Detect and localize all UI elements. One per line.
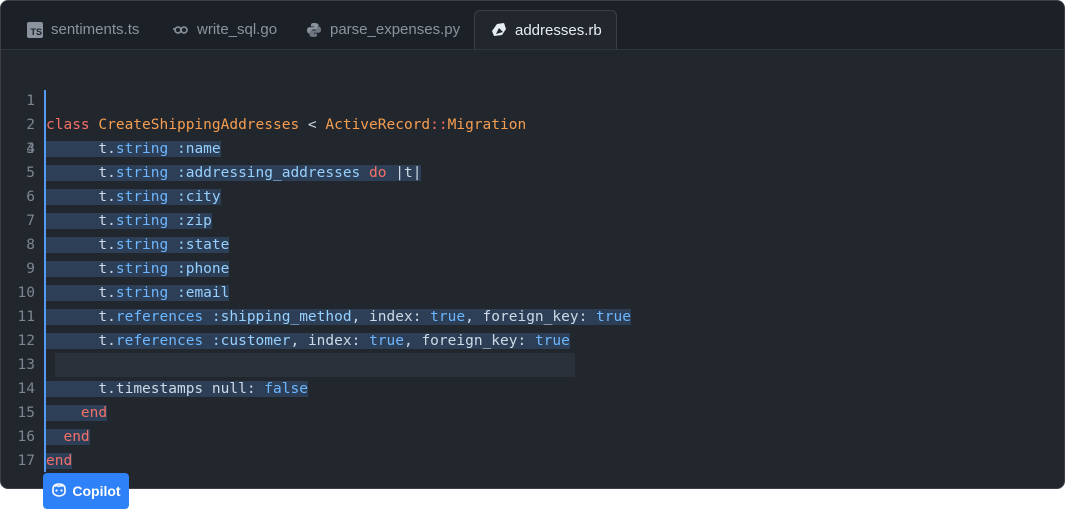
copilot-icon (51, 482, 67, 500)
tab-write-sql-go[interactable]: write_sql.go (173, 10, 277, 49)
tab-bar: TS sentiments.ts write_sql.go parse_expe… (1, 1, 1064, 50)
code-line-9: 9 t.string :phone (26, 261, 230, 277)
code-line-17: 17 end (17, 453, 73, 469)
code-line-16: 16 end (17, 429, 90, 445)
code-line-10: 10 t.string :email (17, 285, 230, 301)
code-line-5: 5 t.string :address (26, 165, 247, 181)
copilot-button[interactable]: Copilot (43, 473, 129, 509)
ruby-icon (491, 22, 507, 38)
code-line-8: 8 t.string :state (26, 237, 230, 253)
code-line-11: 11 t.references :shipping_method, index:… (17, 309, 631, 325)
code-line-15: 15 end (17, 405, 108, 421)
code-editor: TS sentiments.ts write_sql.go parse_expe… (0, 0, 1065, 489)
code-line-2: 2 def change (1, 89, 1064, 157)
code-line-13: 13 (1, 353, 1064, 377)
code-line-14: 14 t.timestamps null: false (17, 381, 308, 397)
python-icon (306, 22, 322, 38)
tab-addresses-rb[interactable]: addresses.rb (474, 10, 617, 49)
code-line-4: 4 t.string :name (26, 141, 221, 157)
tab-sentiments-ts[interactable]: TS sentiments.ts (27, 10, 139, 49)
go-icon (173, 25, 189, 35)
code-line-12: 12 t.references :customer, index: true, … (17, 333, 570, 349)
code-line-1: 1 class CreateShippingAddresses < Active… (26, 93, 527, 133)
typescript-icon: TS (27, 21, 43, 38)
tab-parse-expenses-py[interactable]: parse_expenses.py (306, 10, 460, 49)
code-line-3: 3 create_table :shipping_addresses do |t… (26, 141, 422, 181)
code-area[interactable]: 1 class CreateShippingAddresses < Active… (1, 65, 1064, 473)
code-line-7: 7 t.string :zip (26, 213, 212, 229)
code-line-6: 6 t.string :city (26, 189, 221, 205)
